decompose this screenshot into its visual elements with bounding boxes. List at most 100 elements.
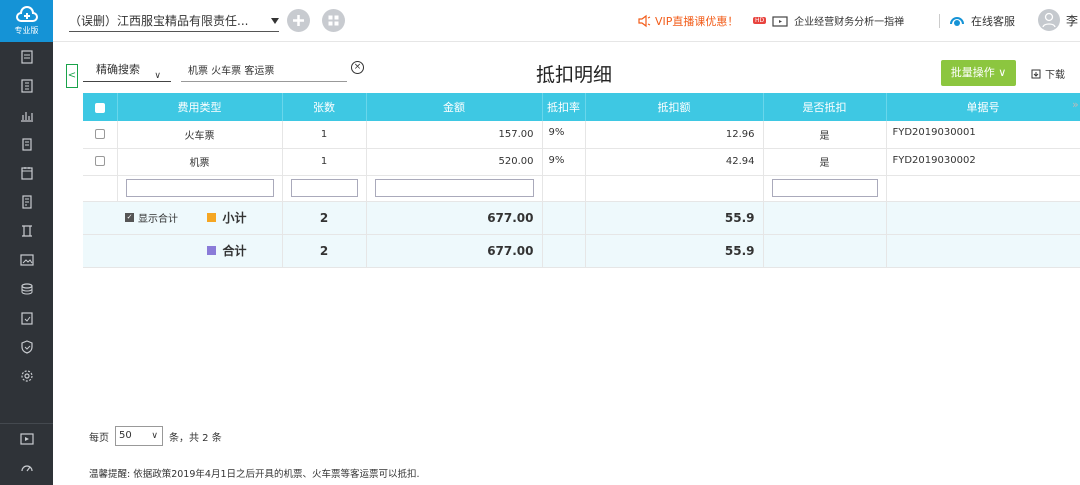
per-page-select[interactable]: 50 ∨ (115, 426, 163, 446)
sidebar-item-money[interactable] (0, 274, 53, 303)
pager: 每页 50 ∨ 条，共 2 条 (89, 426, 222, 446)
total-deduct: 55.9 (585, 234, 764, 268)
policy-note: 温馨提醒: 依据政策2019年4月1日之后开具的机票、火车票等客运票可以抵扣. (89, 469, 420, 480)
receipt-icon (21, 194, 32, 209)
speed-icon (20, 464, 33, 471)
online-service-button[interactable]: 在线客服 (949, 13, 1015, 29)
row-checkbox[interactable] (94, 128, 105, 139)
sidebar-item-tax[interactable] (0, 216, 53, 245)
search-type-select[interactable]: 精确搜索 ∨ (83, 58, 171, 82)
search-input[interactable] (181, 58, 347, 82)
column-header[interactable]: 单据号 (886, 93, 1080, 121)
picture-icon (19, 253, 34, 266)
apps-button[interactable] (322, 9, 345, 32)
sidebar: 专业版 (0, 0, 53, 485)
subtotal-icon (207, 213, 217, 222)
total-row: 合计 2 677.00 55.9 (83, 234, 1080, 268)
building-icon (21, 137, 32, 151)
total-label: 合计 (222, 244, 247, 258)
sidebar-item-voucher[interactable] (0, 42, 53, 71)
per-page-value: 50 (119, 430, 132, 441)
batch-label: 批量操作 (950, 66, 995, 79)
count-filter-input[interactable] (290, 179, 358, 197)
sidebar-item-settings[interactable] (0, 361, 53, 390)
page-title: 抵扣明细 (536, 64, 613, 86)
cell-deduct: 42.94 (585, 148, 764, 176)
cell-doc-no[interactable]: FYD2019030001 (886, 121, 1080, 149)
row-checkbox[interactable] (94, 156, 105, 166)
cell-rate: 9% (542, 121, 586, 149)
service-text: 在线客服 (971, 15, 1015, 28)
column-header[interactable]: 是否抵扣 (763, 93, 887, 121)
column-header[interactable]: 费用类型 (117, 93, 283, 121)
shield-icon (20, 339, 33, 354)
total-count: 2 (282, 234, 367, 268)
column-header[interactable]: 张数 (282, 93, 367, 121)
cell-count: 1 (282, 148, 367, 176)
total-icon (207, 246, 217, 255)
topbar: （误删）江西服宝精品有限责任... VIP直播课优惠！ HD 企业经营财务分析一… (53, 0, 1080, 42)
sidebar-item-image[interactable] (0, 245, 53, 274)
user-menu[interactable]: 李 (1038, 9, 1078, 31)
coins-icon (20, 282, 33, 295)
download-label: 下载 (1045, 70, 1065, 81)
clear-search-button[interactable]: × (351, 61, 364, 74)
cell-type: 火车票 (117, 121, 283, 149)
table-header-row: 费用类型 张数 金额 抵扣率 抵扣额 是否抵扣 单据号 (83, 93, 1080, 121)
vip-text: VIP直播课优惠！ (655, 15, 739, 28)
chart-icon (20, 111, 33, 122)
sidebar-bottom (0, 423, 53, 485)
check-icon: ✓ (125, 213, 134, 222)
table-row[interactable]: 机票 1 520.00 9% 42.94 是 FYD2019030002 (83, 148, 1080, 176)
amount-filter-input[interactable] (374, 179, 534, 197)
sidebar-item-check[interactable] (0, 303, 53, 332)
table-row[interactable]: 火车票 1 157.00 9% 12.96 是 FYD2019030001 (83, 121, 1080, 149)
sidebar-item-ledger[interactable] (0, 71, 53, 100)
type-filter-input[interactable] (125, 179, 274, 197)
sidebar-item-collapse[interactable] (0, 453, 53, 482)
add-button[interactable] (287, 9, 310, 32)
column-header[interactable]: 金额 (366, 93, 543, 121)
column-header[interactable]: 抵扣额 (585, 93, 764, 121)
news-text: 企业经营财务分析一指禅 (794, 17, 905, 28)
gear-icon (20, 369, 33, 382)
avatar (1038, 9, 1060, 31)
scroll-right-icon[interactable]: » (1072, 98, 1079, 111)
deduct-filter-input[interactable] (771, 179, 878, 197)
sidebar-item-calendar[interactable] (0, 158, 53, 187)
vip-link[interactable]: VIP直播课优惠！ (637, 13, 738, 29)
collapse-panel-button[interactable]: < (66, 64, 78, 88)
chevron-down-icon: ∨ (151, 431, 158, 441)
sidebar-item-bill[interactable] (0, 187, 53, 216)
tax-icon (21, 224, 32, 237)
cell-doc-no[interactable]: FYD2019030002 (886, 148, 1080, 176)
total-amount: 677.00 (366, 234, 543, 268)
subtotal-deduct: 55.9 (585, 201, 764, 235)
download-icon (1031, 69, 1041, 78)
column-header[interactable]: 抵扣率 (542, 93, 586, 121)
select-all-cell[interactable] (83, 93, 118, 121)
cell-amount: 520.00 (366, 148, 543, 176)
download-button[interactable]: 下载 (1031, 66, 1065, 81)
sidebar-item-video[interactable] (0, 424, 53, 453)
news-link[interactable]: HD 企业经营财务分析一指禅 (753, 13, 904, 28)
select-all-checkbox[interactable] (94, 102, 105, 113)
sidebar-item-invoice[interactable] (0, 129, 53, 158)
divider (939, 14, 940, 28)
batch-operation-button[interactable]: 批量操作 ∨ (941, 60, 1016, 86)
chevron-down-icon: ∨ (154, 71, 161, 81)
close-icon: × (353, 62, 362, 72)
company-selector[interactable]: （误删）江西服宝精品有限责任... (69, 10, 279, 32)
logo[interactable]: 专业版 (0, 0, 53, 42)
document-icon (20, 49, 33, 64)
show-total-toggle[interactable]: ✓ 显示合计 (83, 210, 178, 225)
cell-is-deduct: 是 (763, 148, 887, 176)
filter-row (83, 175, 1080, 202)
calendar-icon (20, 166, 33, 180)
search-type-label: 精确搜索 (96, 63, 140, 76)
cell-rate: 9% (542, 148, 586, 176)
sidebar-item-report[interactable] (0, 100, 53, 129)
cloud-plus-icon (15, 6, 38, 22)
plus-icon (293, 15, 304, 26)
sidebar-item-shield[interactable] (0, 332, 53, 361)
